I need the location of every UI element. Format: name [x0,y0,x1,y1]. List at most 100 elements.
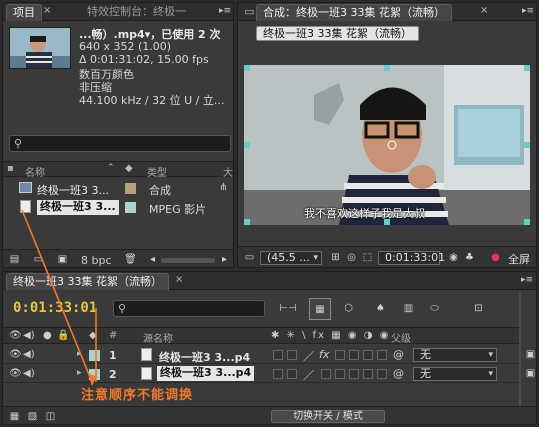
adjustment-switch[interactable] [363,350,373,360]
close-icon[interactable]: × [175,274,183,285]
close-icon[interactable]: × [480,5,488,16]
color-channel-icon[interactable]: ● [488,251,503,264]
grid-icon[interactable]: ⊞ [328,251,343,264]
toggle-modes-icon[interactable]: ▧ [25,410,40,423]
effects-switch[interactable] [321,369,331,379]
snapshot-icon[interactable]: ◉ [446,251,461,264]
pickwhip-icon[interactable]: @ [393,348,404,361]
motion-blur-switch[interactable] [349,369,359,379]
graph-editor-icon[interactable]: ⊡ [471,302,486,315]
parent-dropdown[interactable]: 无 ▾ [413,367,497,381]
show-snapshot-icon[interactable]: ♣ [462,251,477,264]
label-column-icon[interactable]: ◆ [89,330,97,341]
layer-bar-icon[interactable]: ▣ [523,348,536,361]
video-eye-icon[interactable]: 👁 [9,349,22,360]
frame-blending-icon[interactable]: ▥ [401,302,416,315]
transform-handle[interactable] [384,219,390,225]
switch-mode-button[interactable]: 切换开关 / 模式 [271,410,385,423]
parent-dropdown[interactable]: 无 ▾ [413,348,497,362]
always-preview-icon[interactable]: ▭ [242,251,257,264]
layer-bar-icon[interactable]: ▣ [523,367,536,380]
lock-icon[interactable]: 🔒 [57,330,69,341]
transform-handle[interactable] [384,65,390,71]
expand-triangle-icon[interactable]: ▸ [77,349,82,359]
pickwhip-icon[interactable]: @ [393,367,404,380]
expand-triangle-icon[interactable]: ▸ [77,368,82,378]
live-update-icon[interactable]: ▦ [309,298,331,320]
collapse-switch[interactable] [287,350,297,360]
scroll-left-icon[interactable]: ◂ [145,253,160,266]
transform-handle[interactable] [244,142,250,148]
label-swatch[interactable] [89,369,100,380]
3d-layer-switch[interactable] [377,350,387,360]
tab-composition[interactable]: 合成：终极一班3 33集 花絮（流畅） [256,4,452,21]
audio-icon[interactable]: ◀) [23,368,35,379]
quality-icon[interactable]: ／ [303,367,314,383]
column-type[interactable]: 类型 [147,164,167,179]
new-composition-icon[interactable]: ▣ [55,253,70,266]
label-swatch[interactable] [125,183,136,194]
project-item-comp[interactable]: 终极一班3 3... 合成 ⋔ [3,179,233,197]
effects-fx-icon[interactable]: fx [319,348,329,361]
column-size[interactable]: 大 [223,164,233,179]
shy-switch[interactable] [273,369,283,379]
composition-viewer[interactable]: 我不喜欢这样子我是大叔 [244,65,530,225]
collapse-switch[interactable] [287,369,297,379]
tab-effects-controls[interactable]: 特效控制台：终极一 [81,4,192,21]
transform-handle[interactable] [244,65,250,71]
audio-icon[interactable]: ◀) [23,330,35,341]
adjustment-switch[interactable] [363,369,373,379]
scroll-right-icon[interactable]: ▸ [217,253,232,266]
trash-icon[interactable]: 🗑 [123,253,138,266]
project-search-input[interactable]: ⚲ [9,135,231,152]
layer-row-2[interactable]: 👁 ◀) ▸ 2 终极一班3 3...p4 ／ @ 无 ▾ [3,365,519,383]
current-time[interactable]: 0:01:33:01 [13,300,97,316]
close-icon[interactable]: × [43,5,51,16]
toggle-switches-icon[interactable]: ▦ [7,410,22,423]
video-eye-icon[interactable]: 👁 [9,368,22,379]
audio-icon[interactable]: ◀) [23,349,35,360]
column-parent[interactable]: 父级 [391,330,411,345]
solo-icon[interactable]: ● [43,330,52,341]
horizontal-scrollbar[interactable] [161,258,215,263]
label-swatch[interactable] [89,350,100,361]
layer-row-1[interactable]: 👁 ◀) ▸ 1 终极一班3 3...p4 ／ fx @ 无 ▾ [3,346,519,364]
interpret-footage-icon[interactable]: ▤ [7,253,22,266]
frame-blend-switch[interactable] [335,350,345,360]
hide-shy-layers-icon[interactable]: ♠ [373,302,388,315]
timeline-vertical-divider[interactable] [519,292,521,406]
3d-layer-switch[interactable] [377,369,387,379]
transform-handle[interactable] [524,142,530,148]
zoom-dropdown[interactable]: (45.5 ... ▾ [260,251,322,265]
transform-handle[interactable] [244,219,250,225]
shy-switch[interactable] [273,350,283,360]
motion-blur-icon[interactable]: ⬭ [427,302,442,315]
tab-timeline[interactable]: 终极一班3 33集 花絮（流畅） [6,273,169,290]
project-item-footage[interactable]: 终极一班3 3... MPEG 影片 [3,198,233,216]
new-folder-icon[interactable]: ▭ [31,253,46,266]
label-column-icon[interactable]: ◆ [125,163,133,174]
frame-blend-switch[interactable] [335,369,345,379]
mask-visibility-icon[interactable]: ◎ [344,251,359,264]
toggle-in-out-icon[interactable]: ◫ [43,410,58,423]
bpc-label[interactable]: 8 bpc [81,254,112,267]
current-time-display[interactable]: 0:01:33:01 [378,251,445,265]
sort-icon[interactable]: ⌃ [107,163,115,173]
panel-menu-icon[interactable]: ▸≡ [522,6,534,16]
composition-name-button[interactable]: 终极一班3 33集 花絮（流畅） [256,26,419,41]
tab-project[interactable]: 项目 [6,4,42,21]
region-of-interest-icon[interactable]: ⬚ [360,251,375,264]
motion-blur-switch[interactable] [349,350,359,360]
label-swatch[interactable] [125,202,136,213]
timeline-search-input[interactable]: ⚲ [113,300,265,317]
comp-mini-flowchart-icon[interactable]: ⊢⊣ [277,302,299,315]
column-hash[interactable]: # [109,330,117,341]
column-name[interactable]: 名称 [25,164,45,179]
draft-3d-icon[interactable]: ⬡ [341,302,356,315]
view-label[interactable]: 全屏 [508,251,530,267]
panel-menu-icon[interactable]: ▸≡ [521,275,533,285]
transform-handle[interactable] [524,65,530,71]
video-eye-icon[interactable]: 👁 [9,330,22,341]
panel-menu-icon[interactable]: ▸≡ [219,6,231,16]
transform-handle[interactable] [524,219,530,225]
